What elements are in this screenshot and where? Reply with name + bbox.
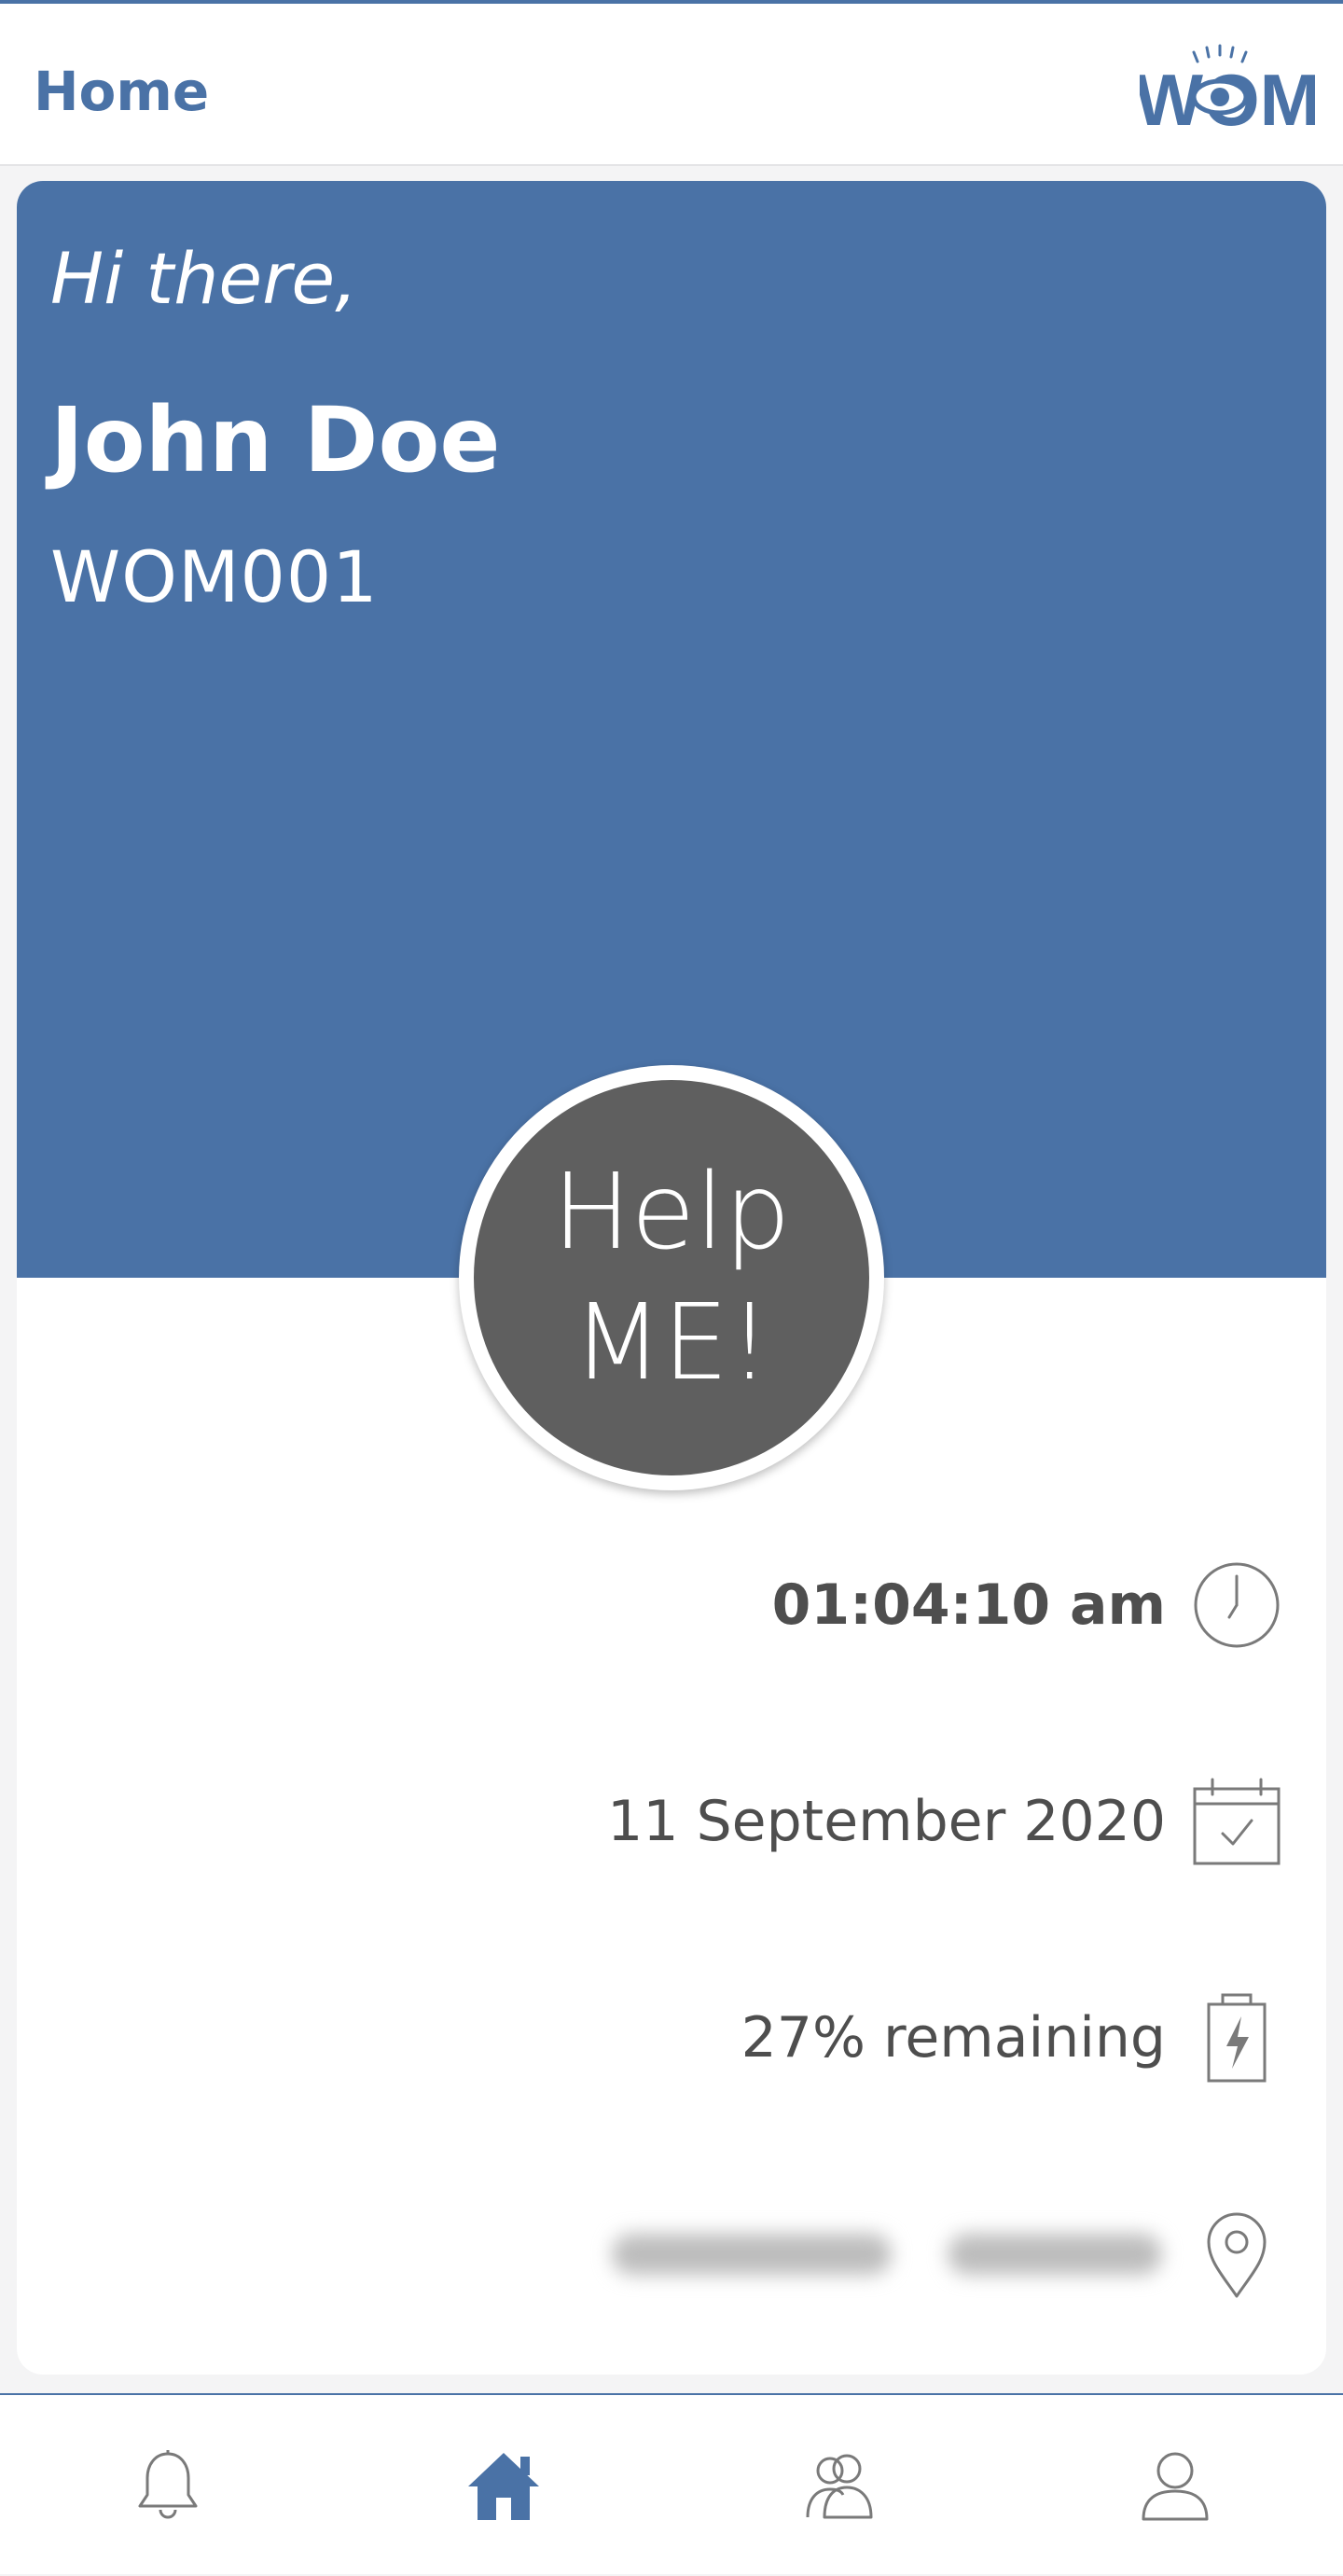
app-header: Home WOM [0,4,1343,166]
wom-logo: WOM [1140,44,1315,134]
user-id: WOM001 [50,535,379,618]
battery-row: 27% remaining [741,1987,1283,2089]
tab-contacts[interactable] [672,2395,1007,2576]
clock-icon [1190,1558,1283,1652]
users-icon [806,2454,873,2519]
current-date: 11 September 2020 [607,1789,1166,1854]
tab-profile[interactable] [1007,2395,1343,2576]
tab-notifications[interactable] [0,2395,336,2576]
current-time: 01:04:10 am [771,1572,1166,1638]
tab-home[interactable] [336,2395,672,2576]
help-button-ring: Help ME! [459,1065,884,1490]
calendar-check-icon [1190,1775,1283,1868]
location-row [612,2203,1283,2306]
help-me-button[interactable]: Help ME! [474,1080,869,1475]
bell-icon [138,2450,198,2519]
user-icon [1142,2452,1209,2521]
battery-charging-icon [1190,1991,1283,2084]
page-title: Home [34,60,210,123]
home-card: Hi there, John Doe WOM001 Help ME! 01:04… [17,181,1326,2375]
help-button-line1: Help [552,1152,791,1273]
bottom-tab-bar [0,2393,1343,2574]
location-text-redacted [612,2234,1162,2275]
user-name: John Doe [50,388,501,492]
time-row: 01:04:10 am [772,1554,1283,1656]
greeting-text: Hi there, [50,237,358,320]
help-button-line2: ME! [572,1282,771,1404]
location-pin-icon [1190,2208,1283,2301]
home-icon [468,2453,539,2520]
date-row: 11 September 2020 [607,1770,1283,1873]
battery-status: 27% remaining [741,2005,1166,2070]
